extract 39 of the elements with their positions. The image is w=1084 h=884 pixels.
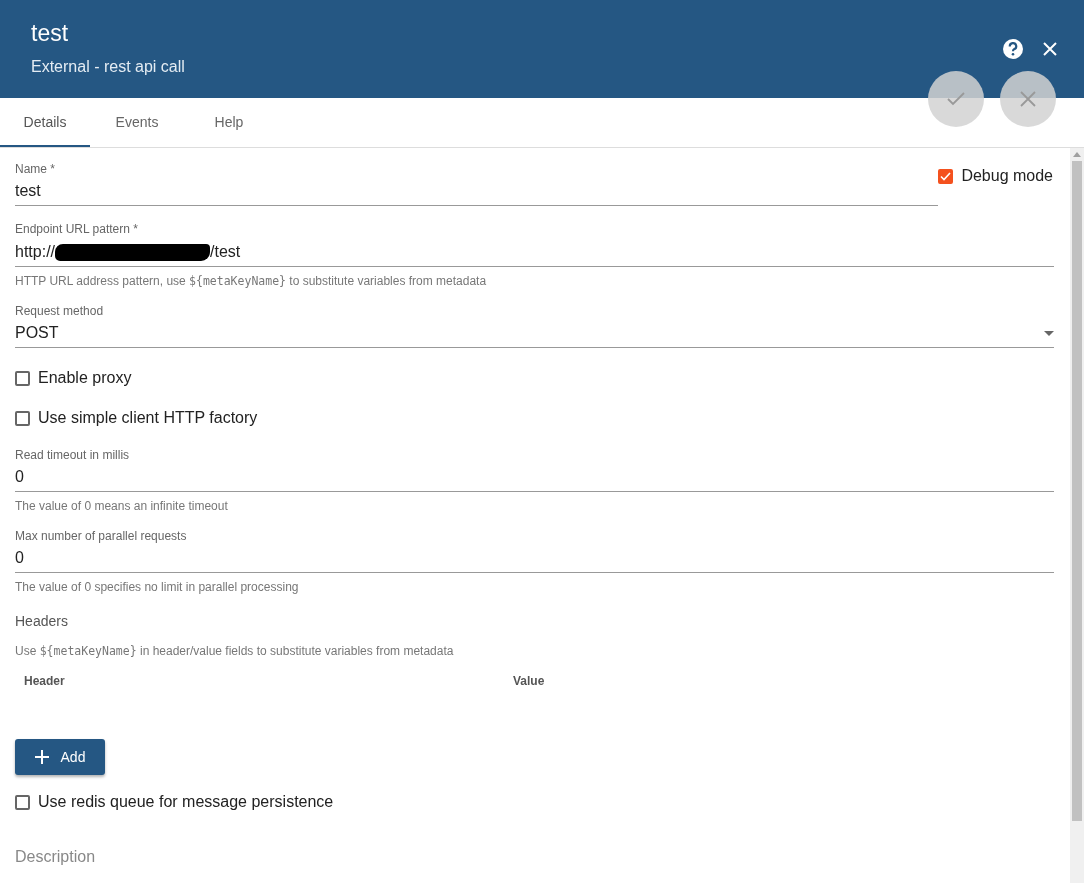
close-icon[interactable]: [1042, 41, 1058, 57]
checkbox-label[interactable]: Debug mode: [961, 167, 1053, 185]
checkbox[interactable]: [15, 794, 30, 810]
check-icon: [947, 92, 965, 106]
dropdown-icon[interactable]: [1044, 330, 1054, 336]
plus-icon: [34, 750, 49, 764]
select-field[interactable]: POST: [15, 320, 1054, 348]
helper-text: HTTP URL address pattern, use ${metaKeyName} to substitute variables from metadata: [15, 274, 488, 288]
checkbox[interactable]: [938, 168, 954, 184]
input-field[interactable]: http:// /test: [15, 238, 1054, 267]
dialog-title: test: [31, 20, 70, 47]
field-label: Endpoint URL pattern *: [15, 222, 139, 238]
field-label: Name *: [15, 162, 56, 178]
helper-text: The value of 0 means an infinite timeout: [15, 499, 229, 513]
input-field[interactable]: test: [15, 178, 939, 206]
tab[interactable]: Events: [92, 98, 182, 147]
tab[interactable]: Help: [184, 98, 274, 147]
scrollbar-thumb[interactable]: [1072, 161, 1082, 821]
dialog-subtitle: External - rest api call: [31, 58, 186, 76]
help-icon[interactable]: [1002, 38, 1024, 60]
input-field[interactable]: 0: [15, 545, 1054, 573]
section-title: Headers: [15, 613, 69, 629]
column-header: Header: [24, 674, 66, 690]
field-label: Request method: [15, 304, 105, 320]
column-header: Value: [513, 674, 546, 690]
field-label: Read timeout in millis: [15, 448, 131, 464]
add-button[interactable]: Add: [15, 739, 105, 775]
tab[interactable]: Details: [0, 98, 90, 147]
checkbox[interactable]: [15, 410, 30, 426]
checkbox-label[interactable]: Use redis queue for message persistence: [38, 793, 334, 811]
scrollbar[interactable]: [1070, 148, 1084, 883]
checkbox-label[interactable]: Use simple client HTTP factory: [38, 409, 258, 427]
helper-text: Use ${metaKeyName} in header/value fields to substitute variables from metadata: [15, 644, 455, 658]
checkbox-label[interactable]: Enable proxy: [38, 369, 132, 387]
checkbox[interactable]: [15, 370, 30, 386]
close-icon: [1020, 91, 1036, 107]
input-field[interactable]: 0: [15, 464, 1054, 492]
field-label: Max number of parallel requests: [15, 529, 188, 545]
helper-text: The value of 0 specifies no limit in parallel processing: [15, 580, 300, 594]
